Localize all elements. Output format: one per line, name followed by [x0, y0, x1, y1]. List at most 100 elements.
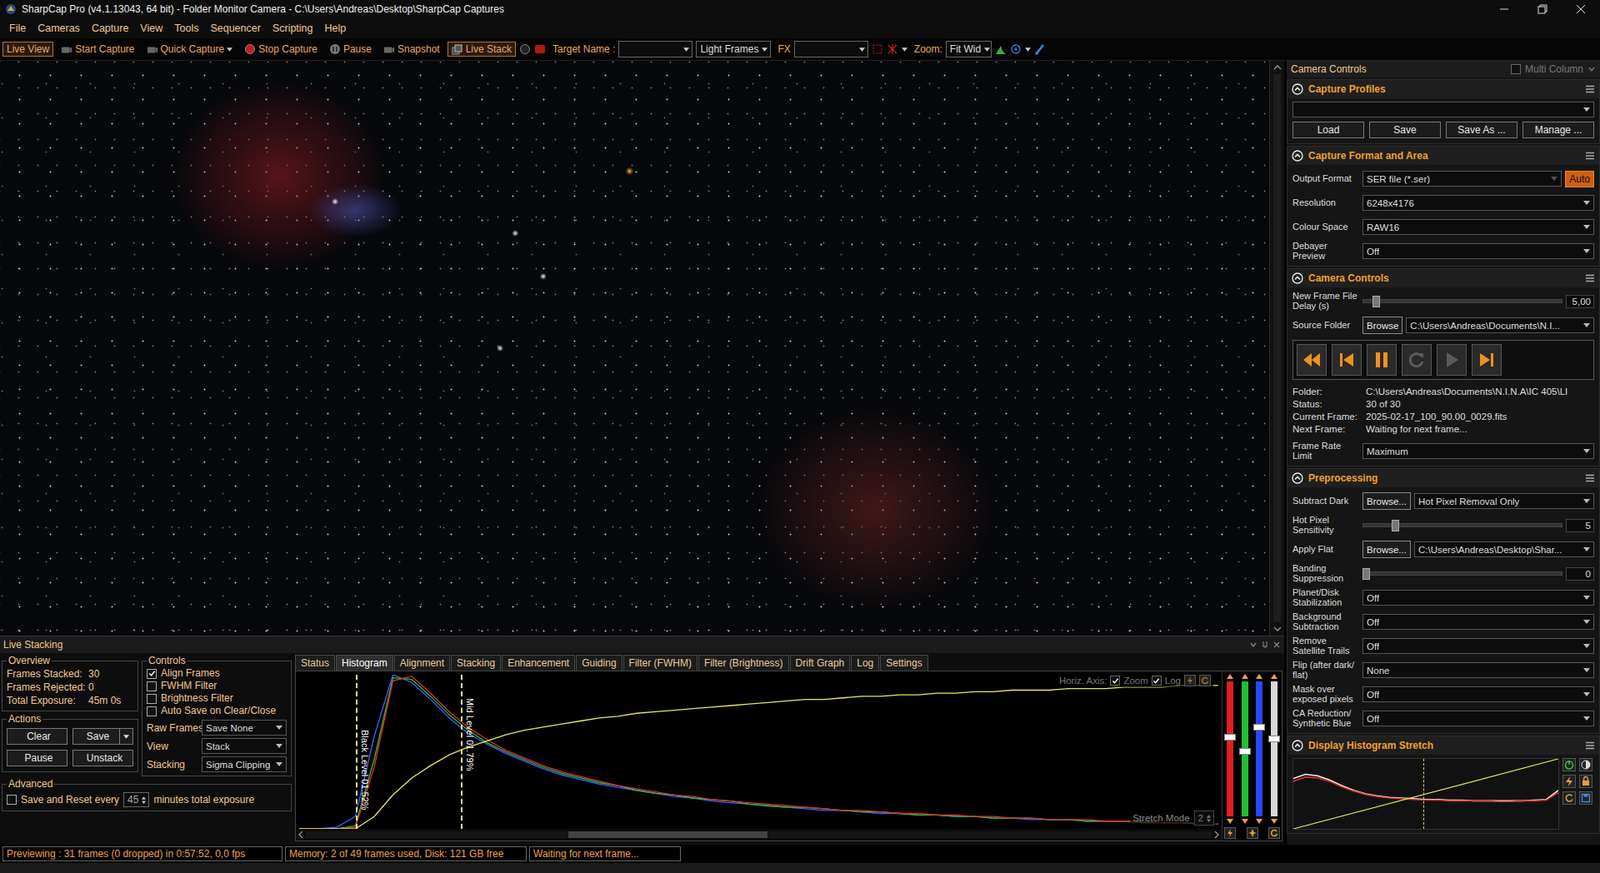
move-up-icon[interactable]: [1240, 673, 1250, 680]
dropdown-arrow-icon[interactable]: [859, 47, 865, 52]
profile-button[interactable]: Manage ...: [1522, 121, 1595, 139]
menu-item[interactable]: Sequencer: [204, 20, 266, 36]
dropdown[interactable]: Maximum: [1362, 443, 1595, 460]
channel-slider[interactable]: [1268, 673, 1280, 825]
playback-button[interactable]: [1296, 344, 1327, 376]
horizontal-scrollbar[interactable]: [295, 829, 1222, 841]
spin-arrows-icon[interactable]: [140, 795, 147, 805]
move-down-icon[interactable]: [1255, 818, 1264, 825]
toolbar-button[interactable]: Quick Capture: [142, 41, 238, 57]
hamburger-menu-icon[interactable]: [1585, 474, 1595, 483]
stretch-mode-spinbox[interactable]: 2: [1194, 810, 1215, 826]
slider-thumb[interactable]: [1391, 520, 1400, 532]
scroll-right-icon[interactable]: [1214, 830, 1220, 840]
close-icon[interactable]: [1561, 0, 1600, 19]
move-up-icon[interactable]: [1225, 673, 1235, 680]
minimize-icon[interactable]: [1485, 0, 1524, 19]
reset-icon[interactable]: [1199, 675, 1211, 687]
section-header[interactable]: Display Histogram Stretch: [1287, 736, 1600, 755]
brush-icon[interactable]: [1034, 43, 1046, 55]
slider-value[interactable]: 0: [1565, 567, 1595, 581]
menu-item[interactable]: Tools: [168, 20, 205, 36]
selection-area-icon[interactable]: [871, 43, 884, 55]
dropdown-arrow-icon[interactable]: [275, 725, 283, 730]
profile-button[interactable]: Load: [1292, 121, 1365, 139]
menu-item[interactable]: File: [3, 20, 32, 36]
tab[interactable]: Drift Graph: [790, 655, 851, 671]
checkbox[interactable]: [1110, 675, 1120, 686]
star-icon[interactable]: [1246, 827, 1259, 840]
playback-button[interactable]: [1471, 344, 1502, 376]
playback-button[interactable]: [1401, 344, 1432, 376]
browse-button[interactable]: Browse...: [1362, 492, 1411, 510]
fx-dropdown[interactable]: [794, 40, 869, 58]
dropdown-arrow-icon[interactable]: [1583, 620, 1590, 625]
slider[interactable]: [1362, 567, 1563, 581]
dropdown-arrow-icon[interactable]: [1583, 200, 1590, 205]
tab[interactable]: Stacking: [450, 655, 501, 671]
tab[interactable]: Enhancement: [501, 655, 575, 671]
dropdown-arrow-icon[interactable]: [1583, 692, 1590, 697]
dropdown[interactable]: C:\Users\Andreas\Desktop\Shar...: [1414, 541, 1595, 558]
frame-type-dropdown[interactable]: Light Frames: [695, 40, 771, 58]
dropdown-arrow-icon[interactable]: [901, 47, 908, 52]
dropdown-arrow-icon[interactable]: [984, 47, 990, 52]
dropdown-arrow-icon[interactable]: [226, 47, 233, 52]
mid-level-marker[interactable]: Mid Level 01.79%: [460, 675, 463, 830]
slider-value[interactable]: 5,00: [1565, 295, 1595, 309]
section-header[interactable]: Capture Format and Area: [1287, 146, 1600, 165]
move-up-icon[interactable]: [1270, 673, 1279, 680]
black-level-marker[interactable]: Black Level 01.52%: [355, 675, 358, 830]
toolbar-button[interactable]: Pause: [325, 41, 376, 57]
stacked-image[interactable]: [0, 60, 1270, 636]
split-arrow[interactable]: [119, 729, 133, 745]
dropdown-arrow-icon[interactable]: [1583, 249, 1590, 254]
dropdown-arrow-icon[interactable]: [1583, 449, 1590, 454]
slider-handle[interactable]: [1253, 724, 1265, 731]
recording-icon[interactable]: [534, 43, 546, 55]
dropdown[interactable]: Off: [1362, 638, 1595, 655]
dropdown[interactable]: None: [1362, 662, 1595, 679]
toolbar-button[interactable]: Start Capture: [56, 41, 139, 57]
slider-handle[interactable]: [1268, 735, 1280, 743]
collapse-icon[interactable]: [1291, 740, 1304, 752]
lightning-icon[interactable]: [1562, 775, 1576, 789]
checkbox-row[interactable]: FWHM Filter: [146, 680, 287, 693]
collapse-icon[interactable]: [1291, 83, 1304, 95]
focus-assist-icon[interactable]: [1010, 43, 1022, 55]
panel-menu-icon[interactable]: [1587, 65, 1596, 74]
dropdown-arrow-icon[interactable]: [683, 47, 690, 52]
move-down-icon[interactable]: [1270, 818, 1279, 825]
channel-slider[interactable]: [1253, 673, 1265, 825]
channel-slider[interactable]: [1239, 673, 1251, 825]
hamburger-menu-icon[interactable]: [1585, 151, 1595, 160]
collapse-icon[interactable]: [1291, 272, 1304, 285]
move-down-icon[interactable]: [1225, 818, 1235, 825]
tab[interactable]: Filter (FWHM): [623, 655, 698, 671]
histogram-icon[interactable]: [995, 43, 1007, 55]
dropdown-arrow-icon[interactable]: [123, 735, 130, 740]
restore-icon[interactable]: [1523, 0, 1562, 19]
checkbox-row[interactable]: Brightness Filter: [146, 692, 287, 705]
reset-icon[interactable]: [1562, 791, 1576, 805]
slider-thumb[interactable]: [1362, 568, 1370, 580]
scrollbar-thumb[interactable]: [568, 831, 768, 839]
slider-handle[interactable]: [1224, 734, 1236, 741]
dropdown[interactable]: SER file (*.ser): [1362, 170, 1562, 187]
move-up-icon[interactable]: [1255, 673, 1264, 680]
lightning-icon[interactable]: [1184, 675, 1196, 687]
auto-stretch-icon[interactable]: [1224, 827, 1236, 840]
toolbar-button[interactable]: Snapshot: [379, 41, 445, 57]
multi-column-option[interactable]: Multi Column: [1510, 63, 1596, 75]
scroll-up-icon[interactable]: [1273, 65, 1282, 70]
slider-handle[interactable]: [1239, 748, 1251, 755]
dropdown-arrow-icon[interactable]: [275, 744, 283, 749]
dropdown[interactable]: Off: [1362, 243, 1595, 260]
save-icon[interactable]: [1579, 791, 1593, 805]
browse-button[interactable]: Browse: [1362, 316, 1403, 335]
pin-icon[interactable]: [1260, 640, 1270, 650]
dropdown[interactable]: Off: [1362, 710, 1595, 727]
stretch-histogram[interactable]: [1292, 758, 1560, 830]
tab[interactable]: Filter (Brightness): [698, 655, 790, 671]
target-name-field[interactable]: [618, 40, 693, 58]
